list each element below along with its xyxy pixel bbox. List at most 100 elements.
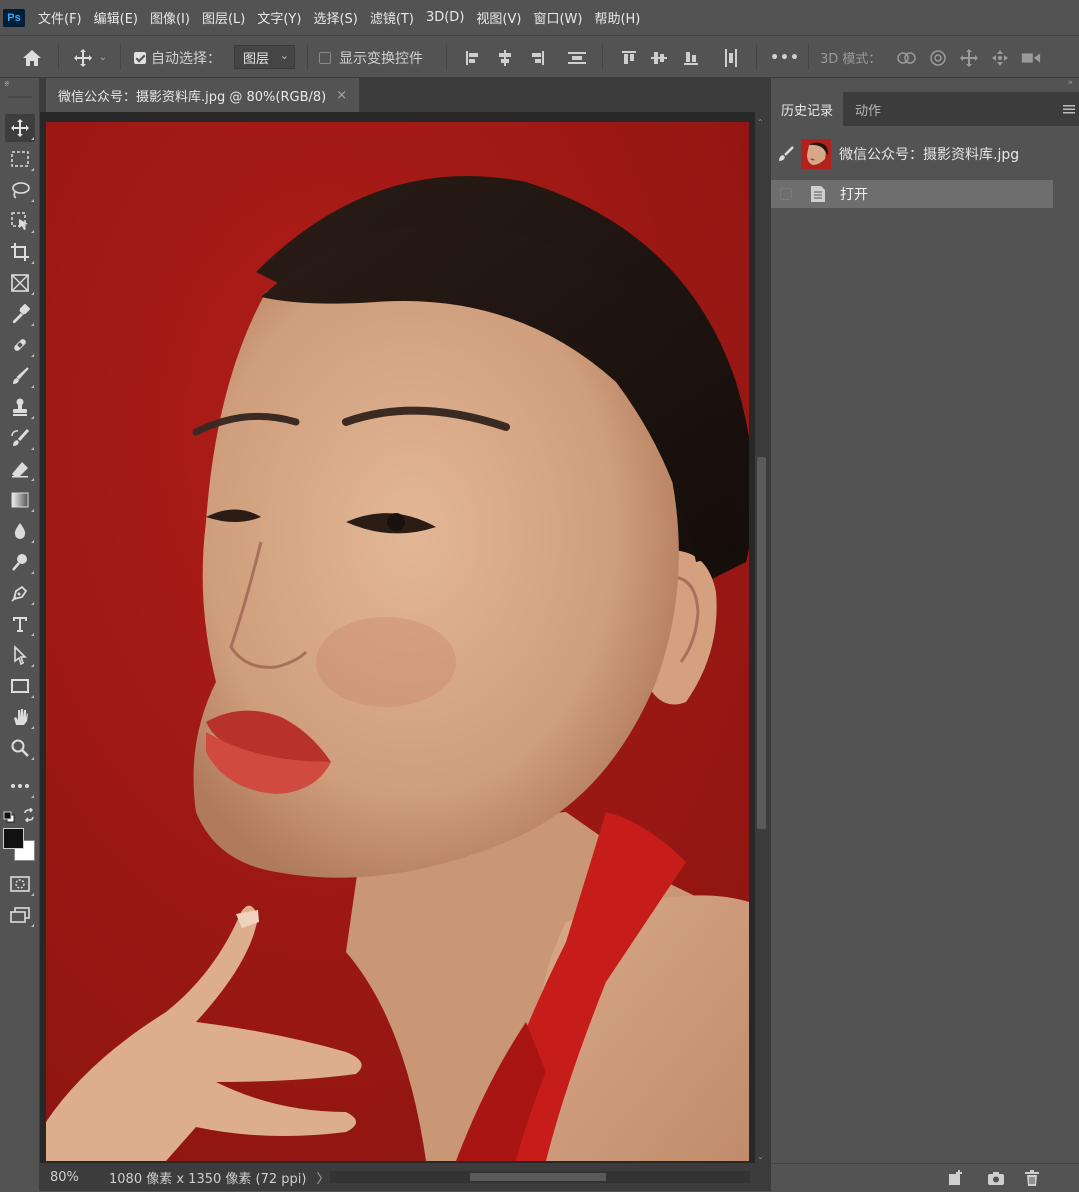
- object-select-icon: [11, 212, 28, 230]
- droplet-icon: [14, 523, 26, 539]
- align-bottom-button[interactable]: [680, 47, 702, 69]
- home-icon: [23, 49, 41, 66]
- align-bottom-icon: [684, 52, 698, 65]
- 3d-roll-button[interactable]: [927, 47, 949, 69]
- 3d-scale-button[interactable]: [1020, 47, 1042, 69]
- screen-mode-icon: [10, 907, 30, 923]
- home-button[interactable]: [18, 36, 46, 79]
- new-document-from-state-button[interactable]: [947, 1169, 965, 1191]
- history-brush-tool[interactable]: [5, 424, 35, 452]
- history-brush-source-checkbox[interactable]: [780, 188, 792, 200]
- zoom-level: 80%: [50, 1169, 79, 1185]
- move-icon: [73, 48, 92, 67]
- menu-edit[interactable]: 编辑(E): [94, 8, 138, 27]
- foreground-color-swatch[interactable]: [3, 828, 24, 849]
- align-right-button[interactable]: [526, 47, 548, 69]
- show-transform-checkbox[interactable]: [318, 36, 332, 79]
- vertical-scrollbar[interactable]: ⌃ ⌄: [755, 112, 768, 1163]
- rectangle-tool[interactable]: [5, 672, 35, 700]
- snapshot-thumbnail: [801, 139, 831, 169]
- tab-history[interactable]: 历史记录: [771, 92, 844, 126]
- auto-select-label: 自动选择：: [151, 50, 221, 67]
- quick-mask-button[interactable]: [5, 870, 35, 898]
- align-top-icon: [622, 51, 636, 64]
- default-colors-button[interactable]: [3, 808, 15, 823]
- snapshot-name: 微信公众号：摄影资料库.jpg: [839, 147, 1020, 163]
- pen-tool[interactable]: [5, 579, 35, 607]
- stamp-icon: [13, 398, 27, 416]
- horizontal-scroll-thumb[interactable]: [470, 1173, 606, 1181]
- menu-file[interactable]: 文件(F): [38, 8, 82, 27]
- delete-state-button[interactable]: [1024, 1169, 1040, 1191]
- crop-tool[interactable]: [5, 238, 35, 266]
- collapse-panel-icon[interactable]: »: [1067, 78, 1073, 88]
- dodge-tool[interactable]: [5, 548, 35, 576]
- more-options-button[interactable]: •••: [770, 36, 799, 79]
- scroll-down-icon[interactable]: ⌄: [757, 1152, 764, 1161]
- distribute-icon: [568, 52, 586, 64]
- frame-tool[interactable]: [5, 269, 35, 297]
- object-select-tool[interactable]: [5, 207, 35, 235]
- history-state-row[interactable]: 打开: [771, 180, 1053, 208]
- path-select-tool[interactable]: [5, 641, 35, 669]
- swap-colors-button[interactable]: [22, 807, 36, 823]
- marquee-tool[interactable]: [5, 145, 35, 173]
- menu-type[interactable]: 文字(Y): [257, 8, 301, 27]
- brush-tool[interactable]: [5, 362, 35, 390]
- 3d-pan-icon: [960, 49, 978, 67]
- magnifier-icon: [11, 739, 29, 757]
- menu-filter[interactable]: 滤镜(T): [370, 8, 414, 27]
- hand-tool[interactable]: [5, 703, 35, 731]
- close-icon[interactable]: ×: [336, 88, 347, 103]
- eraser-tool[interactable]: [5, 455, 35, 483]
- create-snapshot-button[interactable]: [987, 1169, 1005, 1191]
- move-tool[interactable]: [5, 114, 35, 142]
- blur-tool[interactable]: [5, 517, 35, 545]
- eraser-icon: [12, 462, 28, 478]
- screen-mode-button[interactable]: [5, 901, 35, 929]
- menu-help[interactable]: 帮助(H): [594, 8, 640, 27]
- horizontal-scrollbar[interactable]: [330, 1171, 750, 1183]
- menu-3d[interactable]: 3D(D): [426, 10, 464, 25]
- document-image[interactable]: [46, 122, 749, 1161]
- document-tab[interactable]: 微信公众号：摄影资料库.jpg @ 80%(RGB/8) ×: [46, 78, 360, 112]
- clone-stamp-tool[interactable]: [5, 393, 35, 421]
- history-snapshot-row[interactable]: 微信公众号：摄影资料库.jpg: [771, 130, 1053, 178]
- 3d-pan-button[interactable]: [958, 47, 980, 69]
- 3d-orbit-button[interactable]: [895, 47, 917, 69]
- auto-select-checkbox[interactable]: [130, 36, 150, 79]
- healing-brush-tool[interactable]: [5, 331, 35, 359]
- menu-image[interactable]: 图像(I): [150, 8, 190, 27]
- tab-actions[interactable]: 动作: [845, 92, 891, 126]
- panel-menu-button[interactable]: [1063, 100, 1075, 119]
- panel-tab-bar: 历史记录 动作: [771, 92, 1079, 126]
- align-top-button[interactable]: [618, 47, 640, 69]
- menu-window[interactable]: 窗口(W): [533, 8, 582, 27]
- history-brush-source-icon[interactable]: [777, 146, 795, 166]
- menu-select[interactable]: 选择(S): [313, 8, 357, 27]
- align-hcenter-button[interactable]: [494, 47, 516, 69]
- distribute-horizontal-button[interactable]: [720, 47, 742, 69]
- zoom-tool[interactable]: [5, 734, 35, 762]
- 3d-camera-icon: [1021, 53, 1041, 63]
- eyedropper-tool[interactable]: [5, 300, 35, 328]
- type-tool[interactable]: [5, 610, 35, 638]
- tool-preset-picker[interactable]: ⌄: [66, 36, 114, 79]
- auto-select-target-dropdown[interactable]: 图层 ⌄: [234, 45, 295, 69]
- trash-icon: [1025, 1170, 1039, 1186]
- 3d-slide-button[interactable]: [989, 47, 1011, 69]
- vertical-scroll-thumb[interactable]: [757, 457, 766, 829]
- scroll-up-icon[interactable]: ⌃: [757, 118, 764, 127]
- history-panel-footer: [771, 1163, 1079, 1192]
- gradient-tool[interactable]: [5, 486, 35, 514]
- align-left-button[interactable]: [462, 47, 484, 69]
- menu-view[interactable]: 视图(V): [476, 8, 521, 27]
- lasso-tool[interactable]: [5, 176, 35, 204]
- chevron-down-icon: ⌄: [279, 49, 289, 62]
- distribute-vertical-button[interactable]: [566, 47, 588, 69]
- status-menu-arrow-icon[interactable]: 〉: [316, 1168, 329, 1187]
- menu-layer[interactable]: 图层(L): [202, 8, 245, 27]
- zoom-level-field[interactable]: 80%: [50, 1167, 94, 1187]
- edit-toolbar-button[interactable]: [5, 772, 35, 800]
- align-vcenter-button[interactable]: [648, 47, 670, 69]
